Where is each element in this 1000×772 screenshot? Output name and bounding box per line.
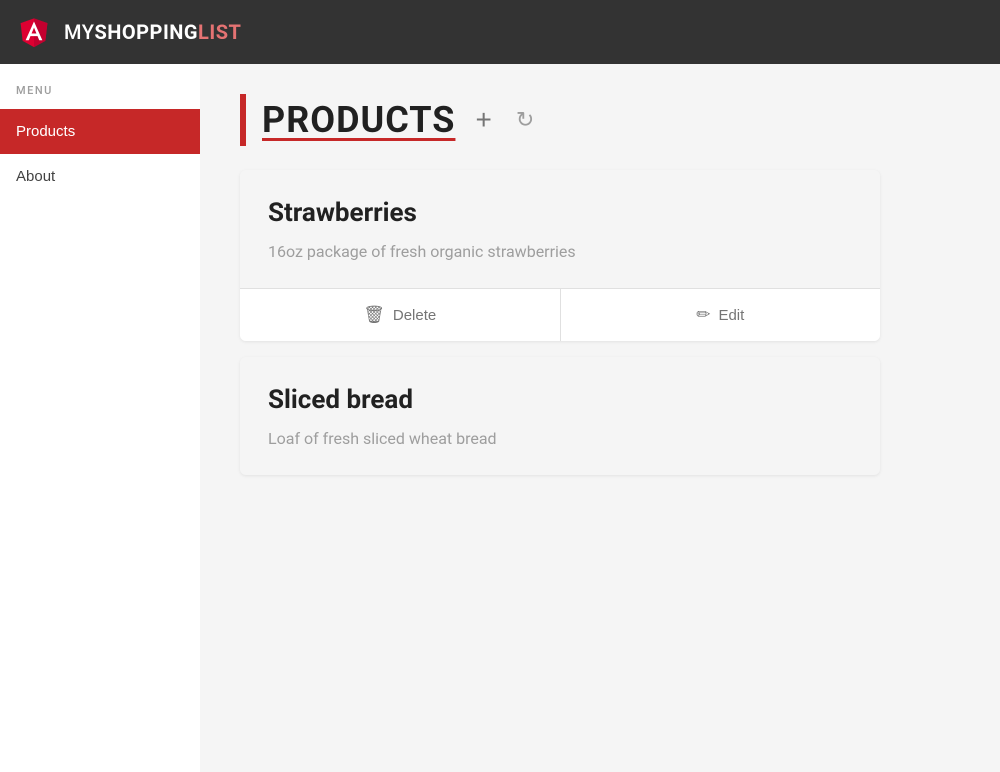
angular-logo-icon (16, 14, 52, 50)
product-card-body: Strawberries 16oz package of fresh organ… (240, 170, 880, 288)
page-title: PRODUCTS (262, 99, 455, 141)
add-icon: + (475, 104, 491, 136)
app-layout: MENU Products About PRODUCTS + ↻ Strawbe… (0, 64, 1000, 772)
page-title-accent-bar (240, 94, 246, 146)
refresh-icon: ↻ (516, 107, 534, 133)
title-my: MY (64, 20, 94, 44)
title-list: LIST (198, 20, 241, 44)
sidebar-item-products[interactable]: Products (0, 109, 200, 154)
product-card-sliced-bread: Sliced bread Loaf of fresh sliced wheat … (240, 357, 880, 475)
product-card-body-2: Sliced bread Loaf of fresh sliced wheat … (240, 357, 880, 475)
product-description: 16oz package of fresh organic strawberri… (268, 240, 852, 264)
delete-strawberries-button[interactable]: 🗑 Delete (240, 289, 560, 341)
product-description-2: Loaf of fresh sliced wheat bread (268, 427, 852, 451)
title-shopping: SHOPPING (94, 20, 198, 44)
main-content: PRODUCTS + ↻ Strawberries 16oz package o… (200, 64, 1000, 772)
refresh-button[interactable]: ↻ (512, 103, 538, 137)
app-header: MYSHOPPINGLIST (0, 0, 1000, 64)
app-title: MYSHOPPINGLIST (64, 20, 241, 44)
sidebar-menu-label: MENU (0, 84, 200, 109)
trash-icon: 🗑 (363, 305, 385, 325)
delete-label: Delete (393, 307, 436, 324)
edit-strawberries-button[interactable]: ✏ Edit (560, 289, 881, 341)
product-card-actions: 🗑 Delete ✏ Edit (240, 288, 880, 341)
product-card-strawberries: Strawberries 16oz package of fresh organ… (240, 170, 880, 341)
edit-label: Edit (718, 307, 744, 324)
add-product-button[interactable]: + (471, 100, 495, 140)
page-title-row: PRODUCTS + ↻ (240, 94, 960, 146)
sidebar-item-about[interactable]: About (0, 154, 200, 199)
edit-icon: ✏ (696, 305, 710, 325)
product-name: Strawberries (268, 198, 852, 228)
product-name-2: Sliced bread (268, 385, 852, 415)
sidebar: MENU Products About (0, 64, 200, 772)
